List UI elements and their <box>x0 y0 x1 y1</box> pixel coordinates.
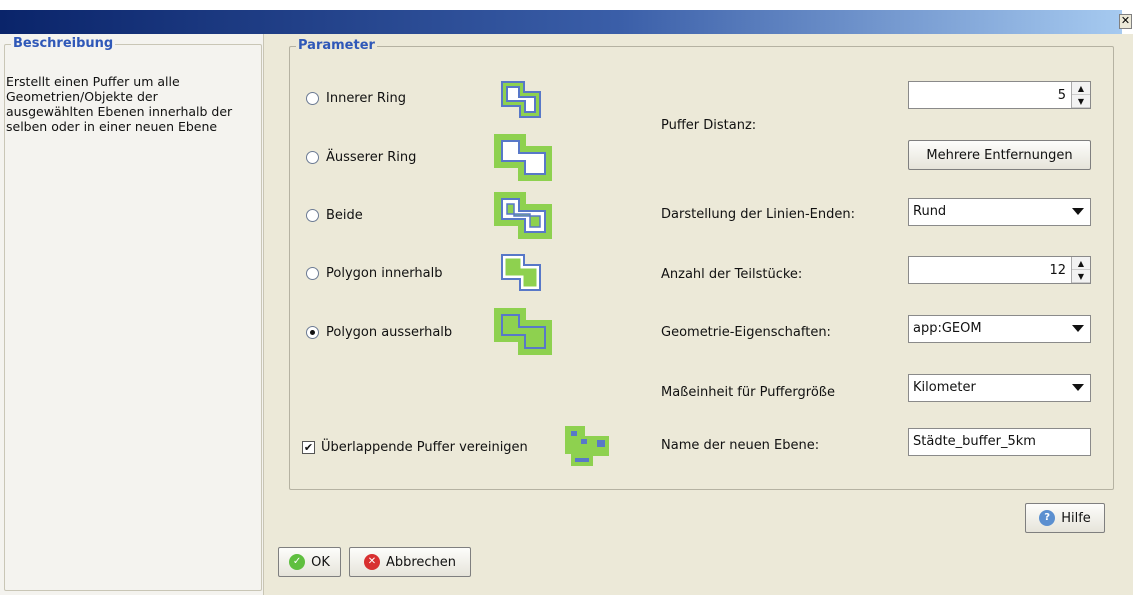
geometry-select[interactable]: app:GEOM <box>908 315 1091 343</box>
radio-label: Polygon innerhalb <box>326 266 443 281</box>
unit-value: Kilometer <box>913 380 976 395</box>
help-button[interactable]: ? Hilfe <box>1025 503 1105 533</box>
radio-button[interactable] <box>306 92 319 105</box>
radio-button[interactable] <box>306 151 319 164</box>
spinner-buttons[interactable]: ▲ ▼ <box>1071 82 1090 108</box>
segments-spinner[interactable]: 12 ▲ ▼ <box>908 256 1091 284</box>
inner-ring-icon <box>501 81 541 118</box>
merge-buffers-checkbox[interactable]: ✔ Überlappende Puffer vereinigen <box>302 440 528 455</box>
checkmark-icon: ✓ <box>289 554 306 570</box>
button-label: Mehrere Entfernungen <box>926 147 1073 163</box>
button-label: OK <box>311 554 330 570</box>
chevron-down-icon <box>1072 384 1084 391</box>
radio-button[interactable] <box>306 209 319 222</box>
spin-up-icon[interactable]: ▲ <box>1072 257 1090 270</box>
ok-button[interactable]: ✓ OK <box>278 547 341 577</box>
checkbox-label: Überlappende Puffer vereinigen <box>321 440 528 455</box>
cancel-icon: ✕ <box>363 554 380 570</box>
buffer-distance-label: Puffer Distanz: <box>661 118 757 133</box>
buffer-distance-spinner[interactable]: 5 ▲ ▼ <box>908 81 1091 109</box>
button-label: Hilfe <box>1061 510 1091 526</box>
both-rings-icon <box>494 192 552 239</box>
polygon-inside-icon <box>501 254 541 291</box>
spin-down-icon[interactable]: ▼ <box>1072 270 1090 283</box>
radio-outer-ring[interactable]: Äusserer Ring <box>306 150 416 165</box>
geometry-value: app:GEOM <box>913 321 982 336</box>
chevron-down-icon <box>1072 325 1084 332</box>
layer-name-label: Name der neuen Ebene: <box>661 438 820 453</box>
buffer-distance-value: 5 <box>1057 88 1066 103</box>
unit-select[interactable]: Kilometer <box>908 374 1091 402</box>
radio-polygon-inside[interactable]: Polygon innerhalb <box>306 266 443 281</box>
spinner-buttons[interactable]: ▲ ▼ <box>1071 257 1090 283</box>
layer-name-value: Städte_buffer_5km <box>913 434 1036 449</box>
geometry-label: Geometrie-Eigenschaften: <box>661 325 831 340</box>
description-text: Erstellt einen Puffer um alle Geometrien… <box>6 74 233 134</box>
buffer-dialog: ✕ Beschreibung Erstellt einen Puffer um … <box>0 0 1133 595</box>
radio-label: Innerer Ring <box>326 91 406 106</box>
radio-label: Äusserer Ring <box>326 150 417 165</box>
unit-label: Maßeinheit für Puffergröße <box>661 385 835 400</box>
line-ends-value: Rund <box>913 204 947 219</box>
polygon-outside-icon <box>494 308 552 355</box>
multiple-distances-button[interactable]: Mehrere Entfernungen <box>908 140 1091 170</box>
spin-down-icon[interactable]: ▼ <box>1072 95 1090 108</box>
radio-polygon-outside[interactable]: Polygon ausserhalb <box>306 325 452 340</box>
radio-label: Beide <box>326 208 363 223</box>
chevron-down-icon <box>1072 208 1084 215</box>
merge-buffers-icon <box>565 426 609 466</box>
line-ends-label: Darstellung der Linien-Enden: <box>661 207 855 222</box>
radio-label: Polygon ausserhalb <box>326 325 453 340</box>
title-bar-gradient <box>0 10 1122 34</box>
outer-ring-icon <box>494 134 552 181</box>
cancel-button[interactable]: ✕ Abbrechen <box>349 547 471 577</box>
checkbox-box[interactable]: ✔ <box>302 441 315 454</box>
segments-label: Anzahl der Teilstücke: <box>661 267 803 282</box>
help-icon: ? <box>1039 510 1056 526</box>
line-ends-select[interactable]: Rund <box>908 198 1091 226</box>
radio-button[interactable] <box>306 267 319 280</box>
radio-inner-ring[interactable]: Innerer Ring <box>306 91 406 106</box>
spin-up-icon[interactable]: ▲ <box>1072 82 1090 95</box>
radio-button-selected[interactable] <box>306 326 319 339</box>
description-legend: Beschreibung <box>11 36 116 52</box>
layer-name-input[interactable]: Städte_buffer_5km <box>908 428 1091 456</box>
segments-value: 12 <box>1049 263 1066 278</box>
description-panel: Beschreibung Erstellt einen Puffer um al… <box>0 34 264 595</box>
button-label: Abbrechen <box>385 554 457 570</box>
parameter-legend: Parameter <box>296 38 377 54</box>
radio-both[interactable]: Beide <box>306 208 363 223</box>
title-bar: ✕ <box>0 0 1133 34</box>
close-button[interactable]: ✕ <box>1119 14 1132 29</box>
